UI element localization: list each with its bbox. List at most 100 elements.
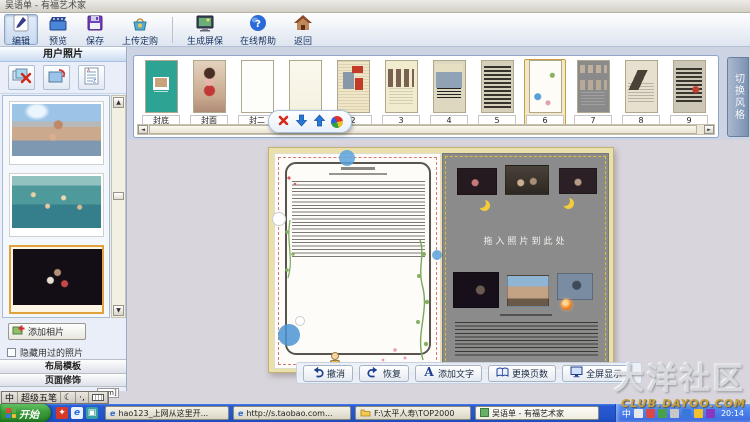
redo-icon	[367, 365, 380, 381]
editor-canvas[interactable]: 拖入照片到此处 撤消 恢复 A 添加文字	[128, 140, 750, 390]
add-text-label: 添加文字	[438, 367, 474, 380]
photo-night-3[interactable]	[559, 168, 597, 194]
photo-night-1[interactable]	[457, 168, 497, 195]
quick-launch: ✦ e ▣	[51, 407, 103, 419]
change-pages-label: 更换页数	[512, 367, 548, 380]
thumb-page-5[interactable]: 5	[476, 59, 518, 128]
thumb-page-8[interactable]: 8	[620, 59, 662, 128]
moon-icon	[479, 200, 490, 211]
fullscreen-button[interactable]: 全屏显示	[562, 365, 630, 382]
thumb-page-3[interactable]: 3	[380, 59, 422, 128]
return-button[interactable]: 返回	[286, 14, 320, 45]
page-left[interactable]	[274, 153, 441, 369]
tray-icon-3[interactable]	[658, 409, 667, 418]
delete-page-icon[interactable]	[277, 112, 290, 131]
start-button[interactable]: 开始	[0, 404, 51, 422]
add-text-icon: A	[423, 365, 435, 381]
thumb-page-6-selected[interactable]: 6	[524, 59, 566, 128]
tray-lang-indicator[interactable]: 中	[622, 407, 631, 420]
photo-lower-1[interactable]	[453, 272, 499, 308]
edit-button[interactable]: 编辑	[4, 14, 38, 45]
ime-softkeyboard-toggle[interactable]	[89, 392, 108, 403]
change-pages-button[interactable]: 更换页数	[488, 365, 556, 382]
user-photos-panel: 用户照片 AZ ▲ ▼ 添加相片 隐藏用过的照片 布局模板 页面修饰	[0, 47, 127, 391]
undo-button[interactable]: 撤消	[303, 365, 353, 382]
start-label: 开始	[19, 406, 39, 421]
taskbar-task-folder[interactable]: F:\太平人寿\TOP2000	[355, 406, 471, 420]
scroll-left-arrow[interactable]: ◄	[138, 125, 148, 134]
thumb-page-9[interactable]: 9	[668, 59, 710, 128]
online-help-label: 在线帮助	[240, 34, 276, 47]
ime-punctuation-toggle[interactable]: ·,	[76, 392, 89, 403]
rotate-photo-button[interactable]	[43, 65, 70, 90]
task-label: hao123_上网从这里开...	[118, 408, 208, 419]
quicklaunch-icon-1[interactable]: ✦	[56, 407, 68, 419]
photo-lower-3[interactable]	[557, 273, 593, 300]
tray-icon-4[interactable]	[670, 409, 679, 418]
white-circle-decoration	[272, 212, 286, 226]
scrollbar-thumb[interactable]	[113, 192, 124, 200]
undo-icon	[311, 365, 324, 381]
sort-photos-button[interactable]: AZ	[78, 65, 105, 90]
add-photo-label: 添加相片	[28, 325, 64, 338]
thumb-page-4[interactable]: 4	[428, 59, 470, 128]
layout-template-bar[interactable]: 布局模板	[0, 359, 126, 373]
photo-item-3-selected[interactable]	[9, 245, 104, 314]
scrollbar-thumb[interactable]	[149, 125, 697, 134]
color-wheel-icon[interactable]	[331, 116, 343, 128]
ime-fullhalf-toggle[interactable]: ☾	[61, 392, 76, 403]
redo-button[interactable]: 恢复	[359, 365, 409, 382]
photo-lower-2[interactable]	[507, 275, 549, 307]
scroll-up-arrow[interactable]: ▲	[113, 97, 124, 108]
screensaver-button[interactable]: 生成屏保	[180, 14, 230, 45]
task-label: 吴语单 - 有福艺术家	[492, 408, 564, 419]
thumb-front-cover[interactable]: 封面	[188, 59, 230, 128]
ime-name[interactable]: 超级五笔	[18, 392, 61, 403]
hide-used-checkbox[interactable]	[7, 348, 16, 357]
return-label: 返回	[294, 34, 312, 47]
monitor-icon	[195, 13, 215, 33]
tray-icon-5[interactable]	[682, 409, 691, 418]
taskbar-task-app-active[interactable]: 吴语单 - 有福艺术家	[475, 406, 599, 420]
add-text-button[interactable]: A 添加文字	[415, 365, 482, 382]
preview-button[interactable]: 预览	[41, 14, 75, 45]
tray-icon-2[interactable]	[646, 409, 655, 418]
main-toolbar: 编辑 预览 保存 上传定购 生成屏保 ? 在线帮助 返回	[0, 13, 750, 47]
thumb-page-7[interactable]: 7	[572, 59, 614, 128]
online-help-button[interactable]: ? 在线帮助	[233, 14, 283, 45]
taskbar-task-taobao[interactable]: e http://s.taobao.com...	[233, 406, 351, 420]
move-up-icon[interactable]	[313, 112, 326, 131]
ie-icon[interactable]: e	[71, 407, 83, 419]
windows-logo-icon	[6, 408, 16, 418]
quicklaunch-icon-3[interactable]: ▣	[86, 407, 98, 419]
photo-item-2[interactable]	[9, 173, 104, 237]
thumb-back-cover[interactable]: 封底	[140, 59, 182, 128]
tray-icon-6[interactable]	[694, 409, 703, 418]
thumbnails-scrollbar[interactable]: ◄ ►	[137, 124, 715, 135]
add-photo-button[interactable]: 添加相片	[8, 323, 86, 340]
save-button[interactable]: 保存	[78, 14, 112, 45]
switch-style-button[interactable]: 切换风格	[727, 57, 749, 137]
fullscreen-monitor-icon	[570, 365, 583, 381]
page-text-block[interactable]	[455, 322, 598, 358]
delete-photo-button[interactable]	[8, 65, 35, 90]
photo-list-scrollbar[interactable]: ▲ ▼	[111, 95, 126, 318]
thumb-image	[481, 60, 514, 113]
thumb-image	[433, 60, 466, 113]
delete-photo-icon	[11, 66, 33, 90]
photo-item-1[interactable]	[9, 101, 104, 165]
tray-icon-1[interactable]	[634, 409, 643, 418]
photo-night-2[interactable]	[505, 165, 549, 195]
move-down-icon[interactable]	[295, 112, 308, 131]
floral-vine-decoration	[275, 154, 442, 370]
scroll-down-arrow[interactable]: ▼	[113, 305, 124, 316]
upload-order-button[interactable]: 上传定购	[115, 14, 165, 45]
page-right[interactable]: 拖入照片到此处	[442, 153, 609, 369]
page-decorate-bar[interactable]: 页面修饰	[0, 373, 126, 387]
taskbar-task-hao123[interactable]: e hao123_上网从这里开...	[105, 406, 229, 420]
ime-lang-indicator[interactable]: 中	[2, 392, 18, 403]
scroll-right-arrow[interactable]: ►	[704, 125, 714, 134]
photo-list	[2, 95, 110, 318]
tray-icon-7[interactable]	[706, 409, 715, 418]
thumb-image	[577, 60, 610, 113]
